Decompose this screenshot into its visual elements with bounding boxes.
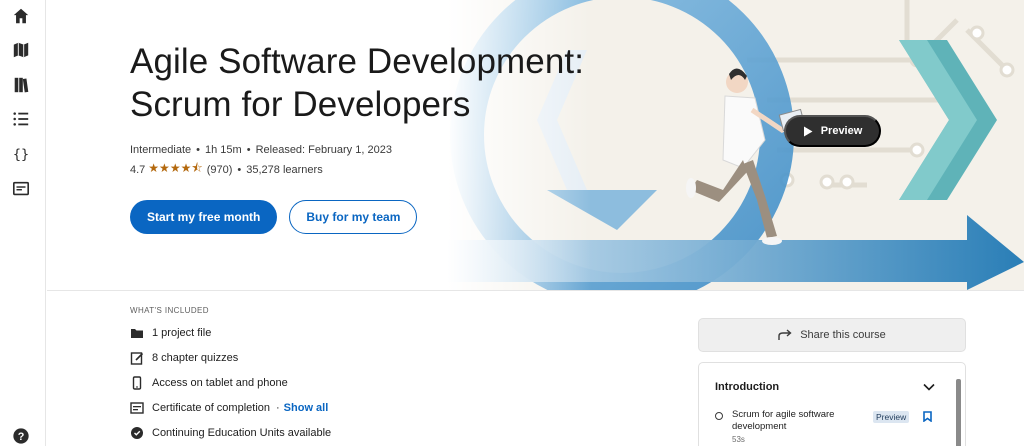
- scrollbar[interactable]: [956, 379, 961, 446]
- unwatched-icon: [715, 412, 723, 420]
- code-icon[interactable]: {}: [11, 144, 31, 164]
- toc-item-label: Scrum for agile software development: [732, 409, 835, 432]
- start-free-month-button[interactable]: Start my free month: [130, 200, 278, 234]
- list-item: Certificate of completion · Show all: [130, 395, 550, 420]
- svg-text:{}: {}: [13, 147, 29, 163]
- share-label: Share this course: [800, 329, 886, 341]
- folder-icon: [130, 326, 144, 340]
- chevron-down-icon[interactable]: [923, 383, 935, 391]
- review-count: (970): [206, 163, 233, 176]
- course-title: Agile Software Development: Scrum for De…: [130, 42, 585, 124]
- course-level: Intermediate: [130, 144, 192, 156]
- quiz-icon: [130, 351, 144, 365]
- badge-icon: [130, 426, 144, 440]
- course-meta: Intermediate • 1h 15m • Released: February 1…: [130, 144, 392, 156]
- toc-item-duration: 53s: [732, 435, 745, 444]
- play-icon: [803, 126, 813, 136]
- list-icon[interactable]: [11, 109, 31, 129]
- phone-icon: [130, 375, 144, 390]
- preview-label: Preview: [820, 125, 863, 137]
- course-release-date: Released: February 1, 2023: [255, 144, 392, 156]
- section-title[interactable]: Introduction: [715, 381, 779, 393]
- course-duration: 1h 15m: [205, 144, 242, 156]
- buy-for-team-button[interactable]: Buy for my team: [289, 200, 418, 234]
- rating-value: 4.7: [130, 163, 146, 176]
- list-item: Access on tablet and phone: [130, 370, 550, 395]
- rating-stars-icon: ★★★★⯪: [148, 161, 203, 175]
- course-hero: Agile Software Development: Scrum for De…: [47, 0, 1024, 290]
- learner-count: 35,278 learners: [246, 163, 323, 176]
- home-icon[interactable]: [11, 6, 31, 26]
- list-item: 8 chapter quizzes: [130, 345, 550, 370]
- whats-included-heading: WHAT'S INCLUDED: [130, 306, 209, 315]
- course-rating: 4.7 ★★★★⯪ (970) • 35,278 learners: [130, 159, 690, 180]
- preview-button[interactable]: Preview: [784, 115, 881, 147]
- whats-included: WHAT'S INCLUDED 1 project file 8 chapter…: [130, 306, 550, 445]
- help-icon[interactable]: ?: [11, 426, 31, 446]
- share-arrow-icon: [778, 329, 792, 340]
- course-contents: Introduction Scrum for agile software de…: [698, 362, 966, 446]
- bookmark-icon[interactable]: [923, 411, 932, 422]
- svg-text:?: ?: [18, 431, 25, 443]
- certificate-icon: [130, 401, 144, 415]
- list-item: 1 project file: [130, 320, 550, 345]
- certificate-icon[interactable]: [11, 179, 31, 199]
- left-rail: {} ?: [0, 0, 46, 446]
- list-item: Continuing Education Units available: [130, 420, 550, 445]
- map-icon[interactable]: [11, 40, 31, 60]
- preview-badge: Preview: [873, 411, 910, 423]
- share-course-button[interactable]: Share this course: [698, 318, 966, 352]
- hero-divider: [47, 290, 1024, 291]
- show-all-link[interactable]: Show all: [284, 402, 329, 414]
- library-icon[interactable]: [11, 75, 31, 95]
